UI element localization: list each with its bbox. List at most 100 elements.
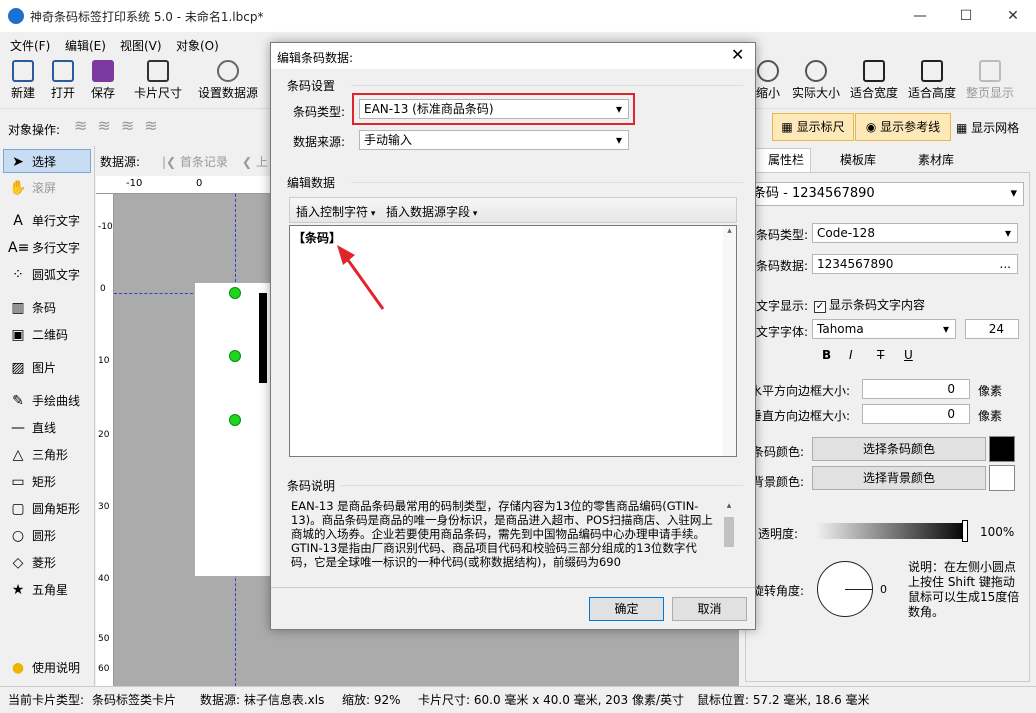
dialog-type-value: EAN-13 (标准商品条码) xyxy=(364,102,494,116)
barcode-data-field[interactable]: 1234567890... xyxy=(812,254,1018,274)
resize-handle[interactable] xyxy=(229,287,241,299)
show-grid-toggle[interactable]: ▦ 显示网格 xyxy=(956,119,1019,136)
tool-select[interactable]: ➤ 选择 xyxy=(3,149,91,173)
divider xyxy=(351,182,743,183)
show-text-checkbox[interactable]: ✓ 显示条码文字内容 xyxy=(814,296,925,313)
maximize-button[interactable]: ☐ xyxy=(943,0,989,32)
tool-star[interactable]: ★ 五角星 xyxy=(8,578,68,602)
barcode-data-value: 1234567890 xyxy=(817,257,894,271)
tool-arc-text[interactable]: ⁘ 圆弧文字 xyxy=(8,263,80,287)
choose-barcode-color-button[interactable]: 选择条码颜色 xyxy=(812,437,986,461)
cancel-button[interactable]: 取消 xyxy=(672,597,747,621)
more-button[interactable]: ... xyxy=(1000,255,1011,273)
v-margin-unit: 像素 xyxy=(978,409,1003,423)
h-margin-value: 0 xyxy=(947,382,955,396)
tool-rectangle[interactable]: ▭ 矩形 xyxy=(8,470,56,494)
font-size-stepper[interactable]: 24 xyxy=(965,319,1019,339)
barcode-color-swatch[interactable] xyxy=(989,436,1015,462)
insert-field-button[interactable]: 插入数据源字段 ▾ xyxy=(386,203,477,220)
tool-triangle[interactable]: △ 三角形 xyxy=(8,443,68,467)
close-icon: ✕ xyxy=(731,45,745,64)
data-scrollbar[interactable]: ▴ xyxy=(723,226,736,456)
actual-size-button[interactable]: 实际大小 xyxy=(790,60,842,101)
menu-file[interactable]: 文件(F) xyxy=(10,37,50,54)
set-datasource-label: 设置数据源 xyxy=(197,86,258,100)
tool-image[interactable]: ▨ 图片 xyxy=(8,356,56,380)
tab-materials[interactable]: 素材库 xyxy=(890,151,954,168)
opacity-slider-handle[interactable] xyxy=(962,520,968,542)
dialog-source-select[interactable]: 手动输入 ▾ xyxy=(359,130,629,150)
opacity-slider[interactable] xyxy=(818,523,968,539)
tool-rounded-rect[interactable]: ▢ 圆角矩形 xyxy=(8,497,80,521)
ok-button[interactable]: 确定 xyxy=(589,597,664,621)
fit-page-button[interactable]: 整页显示 xyxy=(964,60,1016,101)
card-size-button[interactable]: 卡片尺寸 xyxy=(132,60,184,101)
show-ruler-toggle[interactable]: ▦ 显示标尺 xyxy=(772,113,854,141)
zoom-icon xyxy=(805,60,827,82)
menu-view[interactable]: 视图(V) xyxy=(120,37,162,54)
first-record-button[interactable]: |❮ 首条记录 xyxy=(162,153,228,170)
app-logo-icon xyxy=(8,8,24,24)
show-guides-toggle[interactable]: ◉ 显示参考线 xyxy=(855,113,951,141)
card-type-label: 当前卡片类型: xyxy=(8,693,85,707)
tab-templates[interactable]: 模板库 xyxy=(816,151,876,168)
menu-edit[interactable]: 编辑(E) xyxy=(65,37,106,54)
description-text: EAN-13 是商品条码最常用的码制类型，存储内容为13位的零售商品编码(GTI… xyxy=(291,499,713,569)
ruler-tick: 30 xyxy=(98,502,110,512)
lightbulb-icon: ● xyxy=(11,660,25,676)
help-button[interactable]: ● 使用说明 xyxy=(8,656,80,680)
scroll-thumb[interactable] xyxy=(724,517,734,547)
prev-record-button[interactable]: ❮ 上 xyxy=(242,153,268,170)
save-button[interactable]: 保存 xyxy=(88,60,118,101)
tool-single-text[interactable]: A 单行文字 xyxy=(8,209,80,233)
dialog-close-button[interactable]: ✕ xyxy=(731,45,744,64)
zoom-out-button[interactable]: 缩小 xyxy=(755,60,781,101)
ruler-tick: -10 xyxy=(98,222,113,232)
description-scrollbar[interactable]: ▴ xyxy=(722,501,736,573)
resize-handle[interactable] xyxy=(229,350,241,362)
chevron-down-icon: ▾ xyxy=(1004,226,1011,240)
dialog-type-select[interactable]: EAN-13 (标准商品条码) ▾ xyxy=(359,99,629,119)
object-select[interactable]: 条码 - 1234567890 ▾ xyxy=(748,182,1024,206)
tool-qrcode[interactable]: ▣ 二维码 xyxy=(8,323,68,347)
barcode-type-select[interactable]: Code-128 ▾ xyxy=(812,223,1018,243)
fit-height-label: 适合高度 xyxy=(907,86,956,100)
tool-diamond[interactable]: ◇ 菱形 xyxy=(8,551,56,575)
ruler-vertical: -10 0 10 20 30 40 50 60 xyxy=(96,194,114,686)
h-margin-stepper[interactable]: 0 xyxy=(862,379,970,399)
bg-color-swatch[interactable] xyxy=(989,465,1015,491)
fit-width-button[interactable]: 适合宽度 xyxy=(848,60,900,101)
font-select[interactable]: Tahoma ▾ xyxy=(812,319,956,339)
fit-height-button[interactable]: 适合高度 xyxy=(906,60,958,101)
tool-multi-text[interactable]: A≡ 多行文字 xyxy=(8,236,80,260)
tool-line[interactable]: — 直线 xyxy=(8,416,56,440)
underline-button[interactable]: U xyxy=(904,348,913,362)
new-button[interactable]: 新建 xyxy=(8,60,38,101)
open-button[interactable]: 打开 xyxy=(48,60,78,101)
menu-object[interactable]: 对象(O) xyxy=(176,37,219,54)
fit-width-icon xyxy=(863,60,885,82)
italic-button[interactable]: I xyxy=(849,348,853,362)
divider xyxy=(341,485,743,486)
v-margin-stepper[interactable]: 0 xyxy=(862,404,970,424)
set-datasource-button[interactable]: 设置数据源 xyxy=(196,60,260,101)
insert-control-char-button[interactable]: 插入控制字符 ▾ xyxy=(296,203,375,220)
star-icon: ★ xyxy=(11,582,25,598)
tool-circle[interactable]: ○ 圆形 xyxy=(8,524,56,548)
resize-handle[interactable] xyxy=(229,414,241,426)
object-select-value: 条码 - 1234567890 xyxy=(753,186,875,201)
status-bar: 当前卡片类型: 条码标签类卡片 数据源: 袜子信息表.xls 缩放: 92% 卡… xyxy=(0,686,1036,713)
close-button[interactable]: ✕ xyxy=(990,0,1036,32)
tool-scroll[interactable]: ✋ 滚屏 xyxy=(8,176,56,200)
object-ops-label: 对象操作: xyxy=(8,123,61,137)
choose-bg-color-button[interactable]: 选择背景颜色 xyxy=(812,466,986,490)
minimize-button[interactable]: — xyxy=(897,0,943,32)
bold-button[interactable]: B xyxy=(822,348,831,362)
strikethrough-button[interactable]: T xyxy=(877,348,884,362)
tool-freehand[interactable]: ✎ 手绘曲线 xyxy=(8,389,80,413)
save-icon xyxy=(92,60,114,82)
eye-icon: ◉ xyxy=(865,120,881,134)
card-type-value[interactable]: 条码标签类卡片 xyxy=(92,687,176,713)
new-file-icon xyxy=(12,60,34,82)
tool-barcode[interactable]: ▥ 条码 xyxy=(8,296,56,320)
